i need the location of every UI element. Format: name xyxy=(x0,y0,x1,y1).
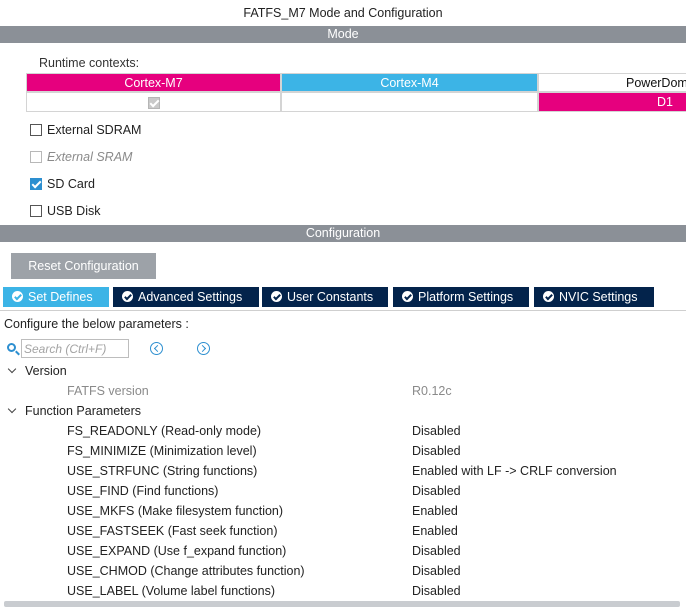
window-title: FATFS_M7 Mode and Configuration xyxy=(243,6,443,20)
search-icon xyxy=(7,343,16,352)
check-circle-icon xyxy=(12,291,23,302)
tab-nvic-settings[interactable]: NVIC Settings xyxy=(534,287,654,307)
cortex-m7-checkbox xyxy=(148,97,160,109)
param-row[interactable]: USE_EXPAND (Use f_expand function) Disab… xyxy=(0,541,686,561)
check-circle-icon xyxy=(402,291,413,302)
param-value[interactable]: Enabled xyxy=(412,501,458,521)
chevron-down-icon[interactable] xyxy=(7,404,17,414)
search-bar xyxy=(0,338,686,360)
chevron-down-icon[interactable] xyxy=(7,364,17,374)
param-name: USE_FIND (Find functions) xyxy=(67,484,219,498)
usb-disk-label: USB Disk xyxy=(47,204,101,218)
param-name: FS_MINIMIZE (Minimization level) xyxy=(67,444,257,458)
power-domain-value[interactable]: D1 xyxy=(538,92,686,112)
context-header-cortex-m7: Cortex-M7 xyxy=(26,73,281,92)
param-name: USE_MKFS (Make filesystem function) xyxy=(67,504,284,518)
runtime-contexts-label: Runtime contexts: xyxy=(39,56,140,70)
tab-label: Advanced Settings xyxy=(138,290,243,304)
param-name: USE_CHMOD (Change attributes function) xyxy=(67,564,305,578)
param-name: FATFS version xyxy=(67,384,149,398)
param-value[interactable]: Disabled xyxy=(412,421,461,441)
context-header-power-domain: PowerDom xyxy=(538,73,686,92)
context-header-cortex-m4: Cortex-M4 xyxy=(281,73,538,92)
parameters-panel: Configure the below parameters : Version… xyxy=(0,310,686,607)
tab-platform-settings[interactable]: Platform Settings xyxy=(393,287,529,307)
param-value[interactable]: Disabled xyxy=(412,581,461,601)
tab-label: Set Defines xyxy=(28,290,93,304)
check-circle-icon xyxy=(122,291,133,302)
param-row[interactable]: USE_FASTSEEK (Fast seek function) Enable… xyxy=(0,521,686,541)
external-sdram-checkbox[interactable] xyxy=(30,124,42,136)
param-name: FS_READONLY (Read-only mode) xyxy=(67,424,262,438)
horizontal-scrollbar[interactable] xyxy=(4,601,680,607)
tab-set-defines[interactable]: Set Defines xyxy=(3,287,109,307)
check-circle-icon xyxy=(271,291,282,302)
param-value[interactable]: Disabled xyxy=(412,481,461,501)
previous-result-icon[interactable] xyxy=(150,342,163,355)
external-sdram-label: External SDRAM xyxy=(47,123,142,137)
param-name: USE_LABEL (Volume label functions) xyxy=(67,584,275,598)
tab-user-constants[interactable]: User Constants xyxy=(262,287,388,307)
mode-panel: Runtime contexts: Cortex-M7 Cortex-M4 Po… xyxy=(0,43,686,219)
param-row[interactable]: FS_READONLY (Read-only mode) Disabled xyxy=(0,421,686,441)
group-label: Version xyxy=(25,364,67,378)
next-result-icon[interactable] xyxy=(197,342,210,355)
param-value[interactable]: Disabled xyxy=(412,441,461,461)
param-name: USE_STRFUNC (String functions) xyxy=(67,464,258,478)
mode-section-header: Mode xyxy=(0,26,686,43)
search-input[interactable] xyxy=(21,339,129,358)
param-value[interactable]: Disabled xyxy=(412,561,461,581)
param-row[interactable]: USE_MKFS (Make filesystem function) Enab… xyxy=(0,501,686,521)
group-version[interactable]: Version xyxy=(0,361,686,381)
configuration-section-header: Configuration xyxy=(0,225,686,242)
group-label: Function Parameters xyxy=(25,404,142,418)
param-value[interactable]: Disabled xyxy=(412,541,461,561)
external-sram-checkbox xyxy=(30,151,42,163)
param-row[interactable]: USE_STRFUNC (String functions) Enabled w… xyxy=(0,461,686,481)
param-value: R0.12c xyxy=(412,384,452,398)
tab-label: User Constants xyxy=(287,290,374,304)
tab-label: Platform Settings xyxy=(418,290,514,304)
configuration-tabs: Set Defines Advanced Settings User Const… xyxy=(0,287,686,307)
context-cell-cortex-m4 xyxy=(281,92,538,112)
tab-label: NVIC Settings xyxy=(559,290,638,304)
sd-card-checkbox[interactable] xyxy=(30,178,42,190)
group-function-parameters[interactable]: Function Parameters xyxy=(0,401,686,421)
reset-configuration-button[interactable]: Reset Configuration xyxy=(11,253,156,279)
tab-advanced-settings[interactable]: Advanced Settings xyxy=(113,287,259,307)
configure-instructions: Configure the below parameters : xyxy=(4,317,189,331)
param-name: USE_EXPAND (Use f_expand function) xyxy=(67,544,287,558)
context-cell-cortex-m7 xyxy=(26,92,281,112)
param-row[interactable]: USE_LABEL (Volume label functions) Disab… xyxy=(0,581,686,601)
param-value[interactable]: Enabled with LF -> CRLF conversion xyxy=(412,461,617,481)
external-sram-label: External SRAM xyxy=(47,150,133,164)
check-circle-icon xyxy=(543,291,554,302)
param-row-fatfs-version: FATFS version R0.12c xyxy=(0,381,686,401)
param-row[interactable]: USE_CHMOD (Change attributes function) D… xyxy=(0,561,686,581)
usb-disk-checkbox[interactable] xyxy=(30,205,42,217)
sd-card-label: SD Card xyxy=(47,177,95,191)
param-row[interactable]: FS_MINIMIZE (Minimization level) Disable… xyxy=(0,441,686,461)
param-value[interactable]: Enabled xyxy=(412,521,458,541)
param-name: USE_FASTSEEK (Fast seek function) xyxy=(67,524,278,538)
param-row[interactable]: USE_FIND (Find functions) Disabled xyxy=(0,481,686,501)
